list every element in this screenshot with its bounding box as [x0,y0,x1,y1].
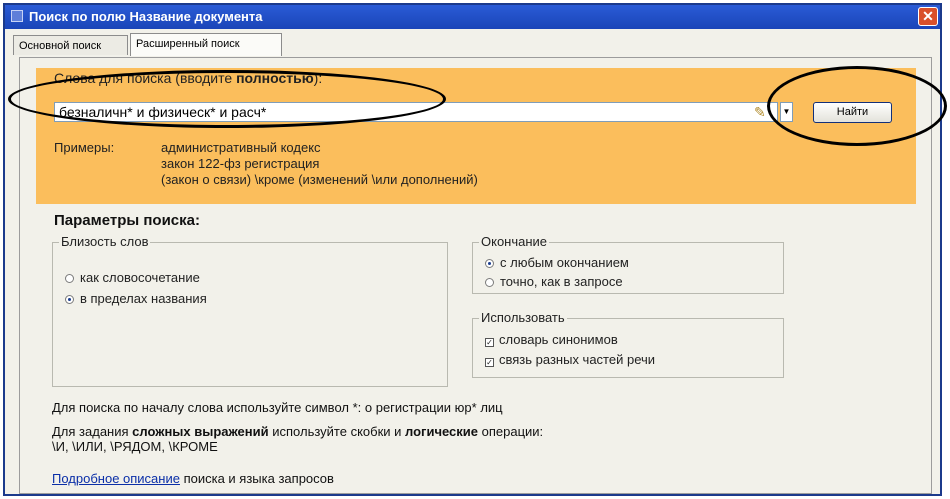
complex-hint: Для задания сложных выражений используйт… [52,424,543,439]
proximity-legend: Близость слов [59,234,151,249]
use-legend: Использовать [479,310,567,325]
hint-text: операции: [478,424,544,439]
hint-bold: сложных выражений [132,424,269,439]
radio-exact[interactable]: точно, как в запросе [485,274,623,289]
words-label: Слова для поиска (вводите полностью): [54,70,322,86]
radio-button[interactable] [65,274,74,283]
search-area: Слова для поиска (вводите полностью): бе… [36,68,916,204]
checkbox-parts-of-speech[interactable]: ✓ связь разных частей речи [485,352,655,367]
hint-text: Для задания [52,424,133,439]
radio-label: как словосочетание [80,270,200,285]
params-title: Параметры поиска: [54,212,200,229]
find-button[interactable]: Найти [813,102,892,123]
checkbox[interactable]: ✓ [485,338,494,347]
broom-icon[interactable]: ✎ [754,104,766,121]
checkbox-label: связь разных частей речи [499,352,656,367]
examples-label: Примеры: [54,140,115,155]
prefix-hint: Для поиска по началу слова используйте с… [52,400,503,415]
words-label-prefix: Слова для поиска (вводите [54,70,237,86]
search-dialog: Поиск по полю Название документа ✕ Основ… [3,3,942,496]
example-item[interactable]: (закон о связи) \кроме (изменений \или д… [161,172,478,188]
radio-any-ending[interactable]: с любым окончанием [485,255,629,270]
chevron-down-icon[interactable]: ▼ [780,102,793,122]
help-link[interactable]: Подробное описание [52,471,180,486]
radio-label: в пределах названия [80,291,207,306]
ending-group: Окончание с любым окончанием точно, как … [472,234,784,294]
radio-button[interactable] [485,278,494,287]
window-title: Поиск по полю Название документа [29,9,263,24]
help-line: Подробное описание поиска и языка запрос… [52,471,334,486]
proximity-group: Близость слов как словосочетание в преде… [52,234,448,387]
words-label-suffix: ): [313,70,323,86]
radio-button[interactable] [485,259,494,268]
ending-legend: Окончание [479,234,550,249]
hint-text: используйте скобки и [268,424,406,439]
radio-button[interactable] [65,295,74,304]
checkbox-label: словарь синонимов [499,332,618,347]
search-input[interactable]: безналичн* и физическ* и расч* [54,102,778,122]
example-item[interactable]: административный кодекс [161,140,478,156]
checkbox-synonyms[interactable]: ✓ словарь синонимов [485,332,618,347]
use-group: Использовать ✓ словарь синонимов ✓ связь р… [472,310,784,378]
title-bar[interactable]: Поиск по полю Название документа ✕ [5,5,940,29]
radio-phrase[interactable]: как словосочетание [65,270,200,285]
radio-label: с любым окончанием [500,255,629,270]
examples-list: административный кодекс закон 122-фз рег… [161,140,478,188]
complex-ops: \И, \ИЛИ, \РЯДОМ, \КРОМЕ [52,439,218,454]
example-item[interactable]: закон 122-фз регистрация [161,156,478,172]
app-icon [11,10,23,22]
checkbox[interactable]: ✓ [485,358,494,367]
tab-basic-search[interactable]: Основной поиск [13,35,128,55]
words-label-bold: полностью [236,70,314,86]
radio-label: точно, как в запросе [500,274,623,289]
radio-within-title[interactable]: в пределах названия [65,291,207,306]
close-icon[interactable]: ✕ [918,7,938,26]
hint-bold: логические [405,424,479,439]
tab-advanced-search[interactable]: Расширенный поиск [130,33,282,56]
advanced-search-panel: Слова для поиска (вводите полностью): бе… [19,57,932,494]
help-suffix: поиска и языка запросов [179,471,334,486]
